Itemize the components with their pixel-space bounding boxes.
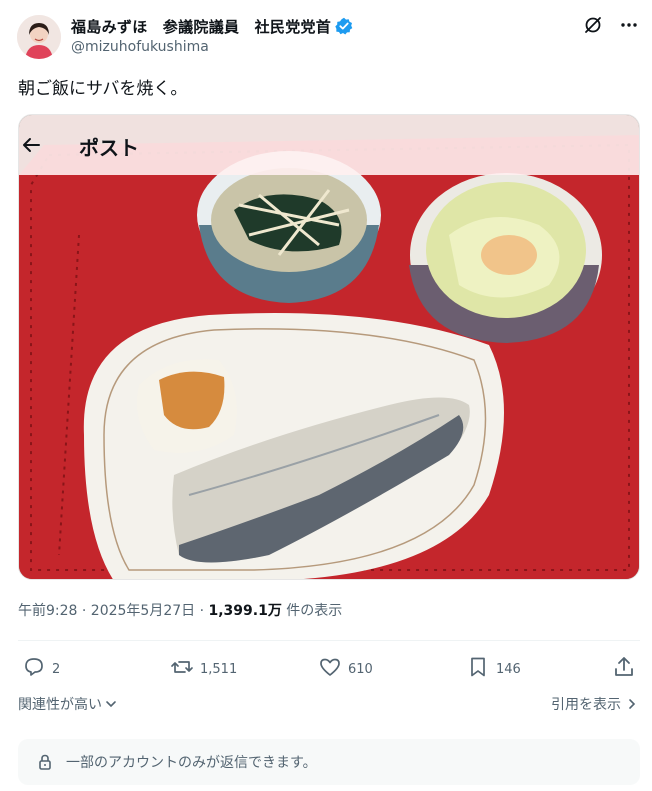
retweet-count: 1,511 xyxy=(200,661,238,677)
reply-notice-text: 一部のアカウントのみが返信できます。 xyxy=(66,755,317,771)
chevron-right-icon xyxy=(626,698,638,710)
reply-restriction-notice: 一部のアカウントのみが返信できます。 xyxy=(18,739,640,785)
retweet-button[interactable]: 1,511 xyxy=(170,652,237,686)
views-suffix: 件の表示 xyxy=(281,603,343,619)
share-button[interactable] xyxy=(612,652,636,686)
back-arrow-icon[interactable] xyxy=(19,133,43,157)
divider xyxy=(18,640,640,641)
grok-icon[interactable] xyxy=(582,14,604,36)
heart-icon xyxy=(318,655,342,683)
view-quotes-link[interactable]: 引用を表示 xyxy=(551,694,638,714)
tweet-header: 福島みずほ 参議院議員 社民党党首 @mizuhofukushima xyxy=(0,0,652,66)
sort-label: 関連性が高い xyxy=(18,697,102,713)
more-icon[interactable] xyxy=(618,14,640,36)
avatar[interactable] xyxy=(17,15,61,59)
tweet-actions: 2 1,511 610 146 xyxy=(18,652,640,686)
tweet-text: 朝ご飯にサバを焼く。 xyxy=(18,79,188,99)
overlay-title: ポスト xyxy=(79,136,139,160)
chevron-down-icon xyxy=(105,698,117,710)
display-name[interactable]: 福島みずほ 参議院議員 社民党党首 xyxy=(71,16,331,37)
quotes-label: 引用を表示 xyxy=(551,697,621,713)
bookmark-icon xyxy=(466,655,490,683)
tweet-photo[interactable]: ポスト xyxy=(18,114,640,580)
view-count: 1,399.1万 xyxy=(208,603,282,619)
verified-badge-icon xyxy=(335,17,353,35)
like-button[interactable]: 610 xyxy=(318,652,373,686)
tweet-metadata: 午前9:28 · 2025年5月27日 · 1,399.1万 件の表示 xyxy=(18,600,342,620)
timestamp[interactable]: 午前9:28 · 2025年5月27日 · xyxy=(18,603,209,619)
retweet-icon xyxy=(170,655,194,683)
reply-button[interactable]: 2 xyxy=(22,652,60,686)
like-count: 610 xyxy=(348,661,373,677)
share-icon xyxy=(612,655,636,683)
lock-icon xyxy=(36,753,54,771)
reply-count: 2 xyxy=(52,661,61,677)
reply-icon xyxy=(22,655,46,683)
bookmark-count: 146 xyxy=(496,661,521,677)
reply-sort-dropdown[interactable]: 関連性が高い xyxy=(18,694,117,714)
user-handle[interactable]: @mizuhofukushima xyxy=(71,39,209,55)
bookmark-button[interactable]: 146 xyxy=(466,652,521,686)
